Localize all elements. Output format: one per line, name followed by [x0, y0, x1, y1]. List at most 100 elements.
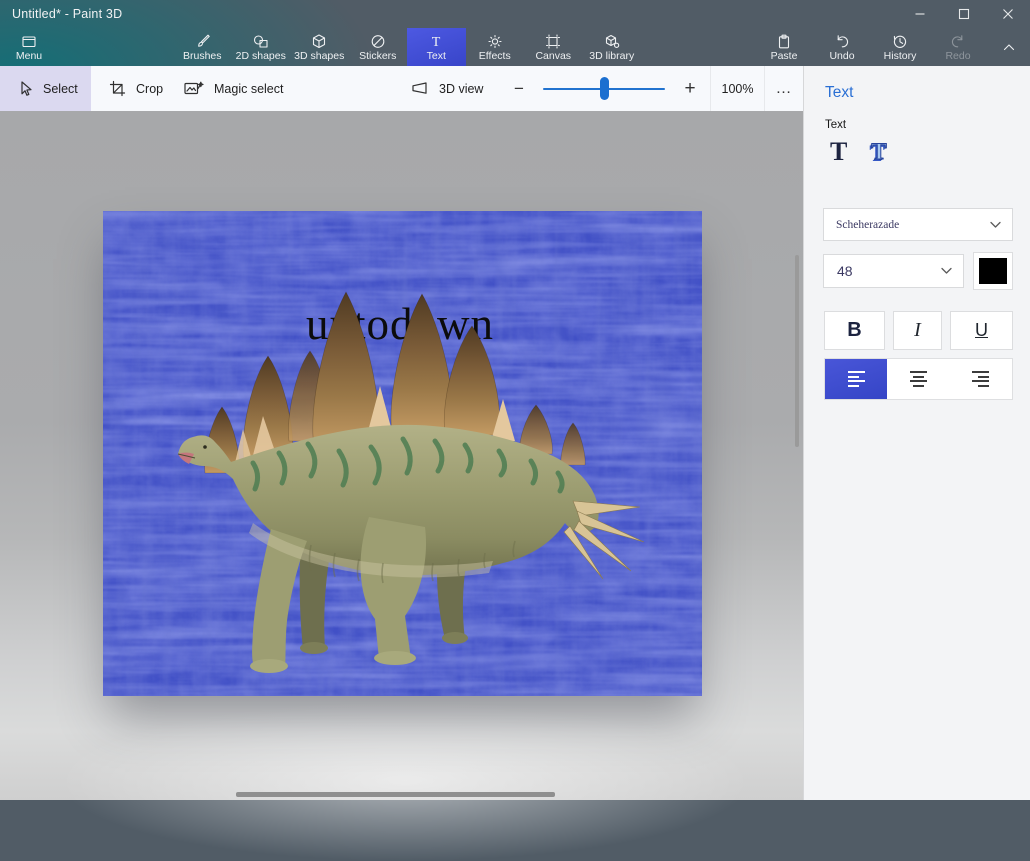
- brush-icon: [193, 33, 211, 50]
- tab-label: 2D shapes: [236, 51, 286, 62]
- select-tool-label: Select: [43, 82, 78, 96]
- tab-label: Stickers: [359, 51, 396, 62]
- color-swatch-black: [979, 258, 1007, 284]
- maximize-button[interactable]: [942, 0, 986, 28]
- select-tool-button[interactable]: Select: [0, 66, 91, 111]
- tab-label: Effects: [479, 51, 511, 62]
- zoom-out-button[interactable]: −: [505, 66, 533, 111]
- work-area: uptodown: [0, 111, 803, 800]
- text-icon: T: [427, 33, 445, 50]
- cube-icon: [310, 33, 328, 50]
- font-size-value: 48: [837, 263, 853, 279]
- more-options-button[interactable]: …: [765, 66, 803, 111]
- 3d-text-button[interactable]: T: [871, 138, 886, 166]
- clipboard-icon: [775, 33, 793, 50]
- vertical-scrollbar[interactable]: [795, 255, 799, 447]
- bold-button[interactable]: B: [824, 311, 885, 350]
- paste-button[interactable]: Paste: [755, 28, 813, 66]
- tab-text[interactable]: T Text: [407, 28, 466, 66]
- 3d-view-button[interactable]: 3D view: [410, 66, 483, 111]
- tab-stickers[interactable]: Stickers: [349, 28, 408, 66]
- action-label: Undo: [829, 51, 854, 62]
- 2d-text-button[interactable]: T: [830, 138, 847, 166]
- tab-label: Brushes: [183, 51, 222, 62]
- text-section-label: Text: [825, 119, 846, 131]
- main-toolbar: Menu Brushes 2D shapes 3D shapes: [0, 28, 1030, 66]
- crop-tool-label: Crop: [136, 82, 163, 96]
- magic-select-icon: [183, 79, 205, 98]
- tab-3d-shapes[interactable]: 3D shapes: [290, 28, 349, 66]
- horizontal-scrollbar[interactable]: [236, 792, 555, 797]
- crop-icon: [108, 79, 127, 98]
- align-left-button[interactable]: [825, 359, 887, 399]
- folder-icon: [20, 33, 38, 50]
- secondary-toolbar: Select Crop Magic select 3D view − + 100…: [0, 66, 803, 111]
- font-family-value: Scheherazade: [836, 219, 899, 231]
- text-type-buttons: T T: [830, 138, 887, 166]
- text-color-picker[interactable]: [973, 252, 1013, 290]
- sticker-icon: [369, 33, 387, 50]
- title-bar: Untitled* - Paint 3D: [0, 0, 1030, 28]
- zoom-slider[interactable]: [543, 66, 665, 111]
- tab-label: 3D library: [589, 51, 634, 62]
- drawing-canvas[interactable]: uptodown: [103, 211, 702, 696]
- align-center-icon: [910, 371, 927, 387]
- tab-brushes[interactable]: Brushes: [173, 28, 232, 66]
- action-label: History: [884, 51, 917, 62]
- tab-label: 3D shapes: [294, 51, 344, 62]
- collapse-ribbon-button[interactable]: [992, 28, 1026, 66]
- italic-button[interactable]: I: [893, 311, 942, 350]
- redo-button[interactable]: Redo: [929, 28, 987, 66]
- 3d-view-icon: [410, 79, 430, 98]
- font-size-dropdown[interactable]: 48: [823, 254, 964, 288]
- tab-label: Text: [427, 51, 446, 62]
- maximize-icon: [958, 8, 970, 20]
- alignment-buttons: [824, 358, 1013, 400]
- align-right-icon: [972, 371, 989, 387]
- window-title: Untitled* - Paint 3D: [12, 0, 122, 28]
- window-controls: [898, 0, 1030, 28]
- font-family-dropdown[interactable]: Scheherazade: [823, 208, 1013, 241]
- tab-label: Canvas: [535, 51, 571, 62]
- underline-button[interactable]: U: [950, 311, 1013, 350]
- 3d-view-label: 3D view: [439, 82, 483, 96]
- cursor-icon: [16, 79, 34, 98]
- canvas-frame-icon: [544, 33, 562, 50]
- panel-heading: Text: [825, 84, 853, 102]
- minimize-button[interactable]: [898, 0, 942, 28]
- action-label: Paste: [771, 51, 798, 62]
- action-label: Redo: [945, 51, 970, 62]
- clock-history-icon: [891, 33, 909, 50]
- align-left-icon: [848, 371, 865, 387]
- toolbar-actions: Paste Undo History Redo: [755, 28, 987, 66]
- svg-text:T: T: [432, 35, 441, 50]
- app-header: Untitled* - Paint 3D Menu: [0, 0, 1030, 66]
- align-right-button[interactable]: [950, 359, 1012, 399]
- toolbar-tabs: Brushes 2D shapes 3D shapes Stickers: [173, 28, 641, 66]
- tab-canvas[interactable]: Canvas: [524, 28, 583, 66]
- magic-select-label: Magic select: [214, 82, 283, 96]
- align-center-button[interactable]: [887, 359, 949, 399]
- chevron-up-icon: [1001, 40, 1017, 54]
- zoom-slider-thumb[interactable]: [600, 77, 609, 100]
- chevron-down-icon: [990, 221, 1001, 228]
- zoom-in-button[interactable]: +: [676, 66, 704, 111]
- menu-button[interactable]: Menu: [0, 28, 58, 66]
- history-button[interactable]: History: [871, 28, 929, 66]
- undo-arrow-icon: [833, 33, 851, 50]
- sun-icon: [486, 33, 504, 50]
- text-side-panel: Text Text T T Scheherazade 48 B I U: [803, 66, 1030, 800]
- tab-2d-shapes[interactable]: 2D shapes: [232, 28, 291, 66]
- tab-effects[interactable]: Effects: [466, 28, 525, 66]
- cube-library-icon: [603, 33, 621, 50]
- zoom-level-value[interactable]: 100%: [710, 66, 765, 111]
- chevron-down-icon: [941, 268, 952, 275]
- crop-tool-button[interactable]: Crop: [108, 66, 163, 111]
- undo-button[interactable]: Undo: [813, 28, 871, 66]
- redo-arrow-icon: [949, 33, 967, 50]
- magic-select-button[interactable]: Magic select: [183, 66, 283, 111]
- close-button[interactable]: [986, 0, 1030, 28]
- tab-3d-library[interactable]: 3D library: [583, 28, 642, 66]
- floor-glow: [60, 701, 750, 861]
- minimize-icon: [914, 8, 926, 20]
